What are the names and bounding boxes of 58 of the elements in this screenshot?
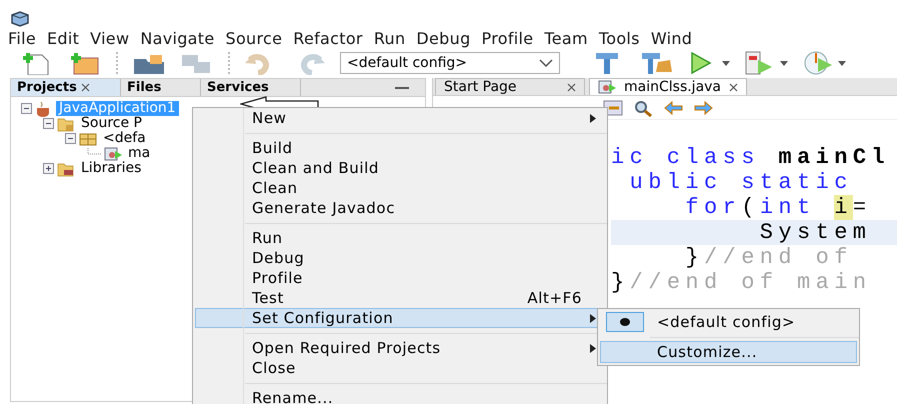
menu-item[interactable]: Navigate <box>140 30 215 48</box>
menu-item[interactable]: Run <box>374 30 406 48</box>
right-arrow-icon[interactable] <box>693 98 713 116</box>
menu-item[interactable]: Clean and Build <box>195 158 605 178</box>
folder-icon <box>57 116 75 132</box>
shortcut-label: Alt+F6 <box>527 288 582 309</box>
close-icon[interactable] <box>80 83 90 92</box>
menu-item[interactable]: View <box>90 30 130 48</box>
collapse-icon[interactable] <box>65 133 76 144</box>
library-folder-icon <box>57 160 75 176</box>
menu-item[interactable]: Profile <box>195 268 605 288</box>
config-dropdown[interactable]: <default config> <box>340 52 560 74</box>
menu-item[interactable]: Run <box>195 228 605 248</box>
expand-icon[interactable] <box>43 163 54 174</box>
tree-item[interactable]: Libraries <box>78 161 144 176</box>
panel-tab[interactable]: Projects <box>11 79 121 96</box>
code-line: ublic static <box>628 170 854 195</box>
collapse-icon[interactable] <box>21 103 32 114</box>
menu-item[interactable]: Customize... <box>600 341 857 363</box>
menu-item[interactable]: New <box>195 108 605 128</box>
code-line: }//end of <box>684 245 854 270</box>
collapse-icon[interactable] <box>43 118 54 129</box>
menu-item[interactable]: Clean <box>195 178 605 198</box>
code-line: ic class mainCl <box>611 145 892 170</box>
caret-down-icon[interactable] <box>780 60 788 66</box>
code-line: }//end of main <box>611 270 872 295</box>
menu-item[interactable]: Debug <box>195 248 605 268</box>
java-file-icon <box>104 146 122 162</box>
editor-tab[interactable]: Start Page <box>435 78 585 95</box>
editor-tab[interactable]: mainClss.java <box>589 78 748 95</box>
menu-item[interactable]: Profile <box>482 30 534 48</box>
left-arrow-icon[interactable] <box>663 98 683 116</box>
menu-item[interactable]: Build <box>195 138 605 158</box>
stopwatch-icon[interactable] <box>802 50 834 76</box>
menu-item[interactable]: Generate Javadoc <box>195 198 605 218</box>
menu-item[interactable]: Wind <box>650 30 692 48</box>
close-icon[interactable] <box>567 82 576 92</box>
menu-item[interactable]: Edit <box>46 30 80 48</box>
tree-item[interactable]: ma <box>125 146 154 161</box>
menu-item[interactable]: Debug <box>416 30 471 48</box>
caret-down-icon[interactable] <box>838 60 846 66</box>
package-icon <box>79 130 97 146</box>
menu-item[interactable]: Source <box>226 30 282 48</box>
menu-item[interactable]: File <box>8 30 36 48</box>
app-icon <box>10 10 30 27</box>
code-line: for(int i= <box>684 195 872 220</box>
chevron-down-icon <box>539 59 553 67</box>
menu-item[interactable]: Tools <box>598 30 640 48</box>
menu-item[interactable]: Rename... <box>195 388 605 404</box>
search-icon[interactable] <box>633 98 653 116</box>
close-icon[interactable] <box>729 82 738 92</box>
menu-item[interactable]: Test Alt+F6 <box>195 288 605 308</box>
tree-item[interactable]: Source P <box>78 116 145 131</box>
tree-item[interactable]: <defa <box>100 131 149 146</box>
minimize-icon[interactable] <box>395 86 409 90</box>
menu-item[interactable]: Refactor <box>293 30 363 48</box>
caret-down-icon[interactable] <box>722 60 730 66</box>
menu-item[interactable]: Team <box>544 30 588 48</box>
